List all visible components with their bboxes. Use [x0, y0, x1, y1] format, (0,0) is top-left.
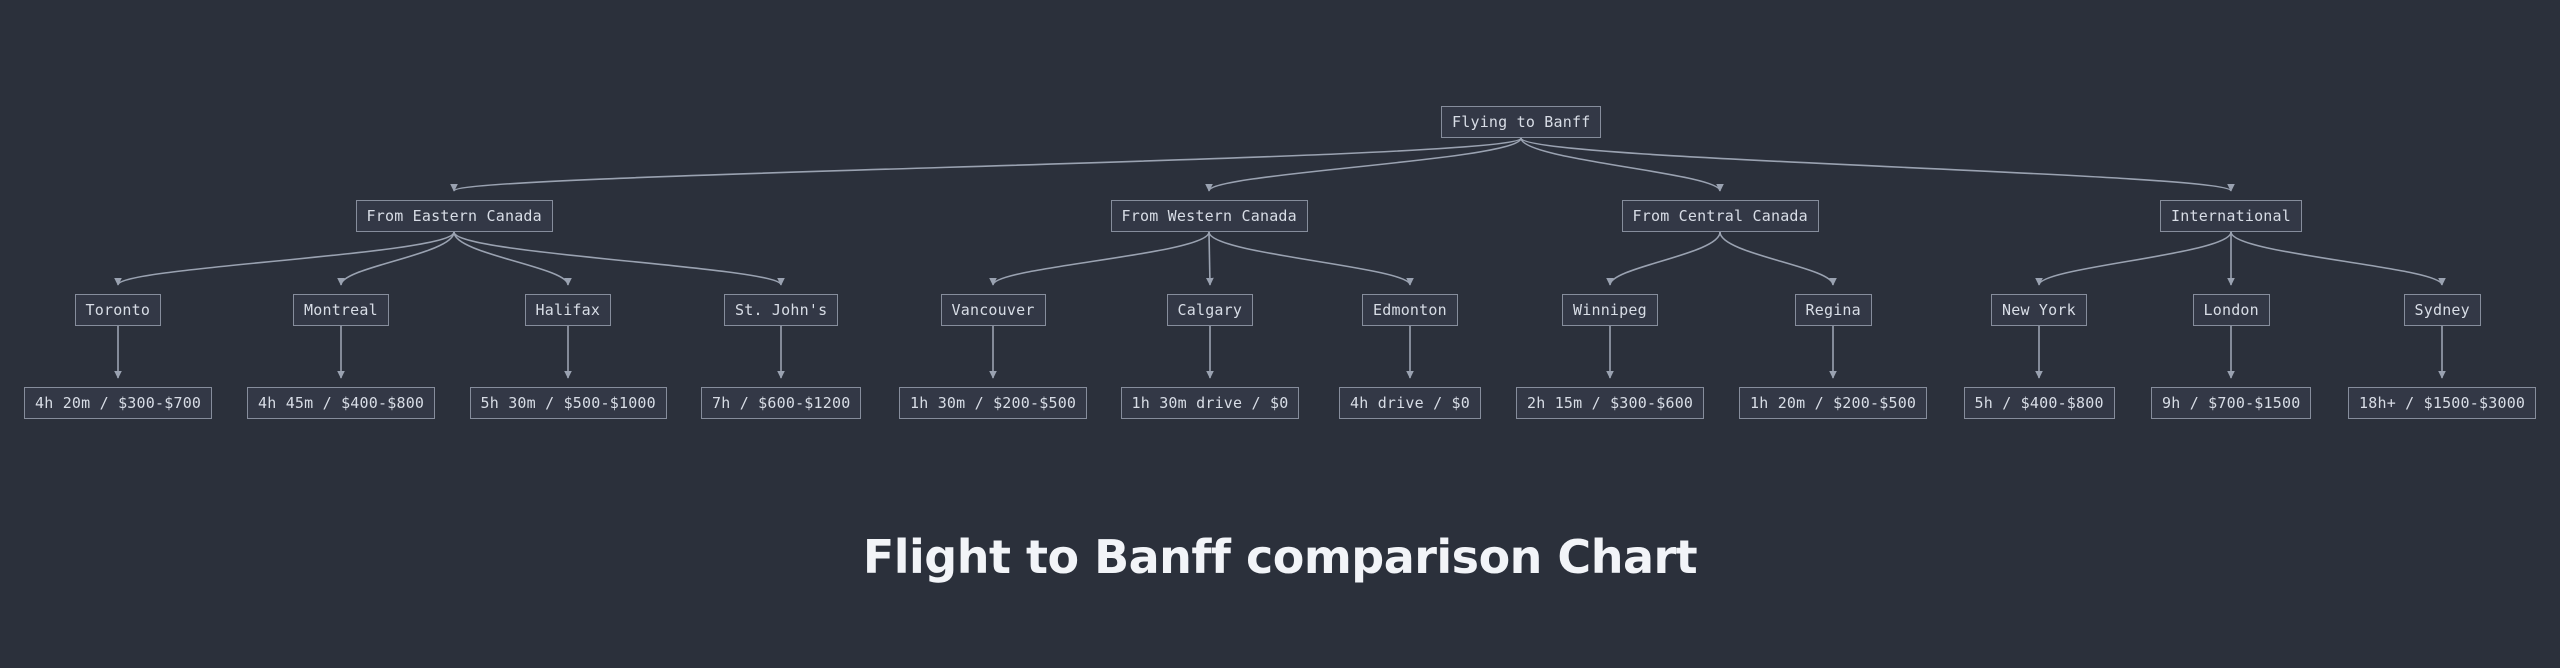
- flow-node-regina-detail[interactable]: 1h 20m / $200-$500: [1739, 387, 1928, 419]
- flowchart-canvas: Flying to Banff From Eastern Canada From W…: [0, 0, 2560, 668]
- edge-root-to-international: [1520, 137, 2235, 192]
- edge-international-to-newyork: [2035, 231, 2232, 286]
- flow-node-winnipeg-detail[interactable]: 2h 15m / $300-$600: [1516, 387, 1705, 419]
- flow-node-vancouver[interactable]: Vancouver: [940, 294, 1046, 326]
- flow-node-montreal-detail[interactable]: 4h 45m / $400-$800: [247, 387, 436, 419]
- flow-node-stjohns-detail[interactable]: 7h / $600-$1200: [701, 387, 862, 419]
- flow-node-central[interactable]: From Central Canada: [1621, 200, 1819, 232]
- edge-international-to-sydney: [2230, 231, 2446, 286]
- edge-central-to-winnipeg: [1606, 231, 1721, 286]
- flow-node-root[interactable]: Flying to Banff: [1441, 106, 1602, 138]
- flow-node-winnipeg[interactable]: Winnipeg: [1562, 294, 1658, 326]
- edge-eastern-to-stjohns: [453, 231, 785, 286]
- flow-node-stjohns[interactable]: St. John's: [724, 294, 839, 326]
- flow-node-toronto-detail[interactable]: 4h 20m / $300-$700: [24, 387, 213, 419]
- edge-western-to-calgary: [1205, 231, 1214, 286]
- page-title: Flight to Banff comparison Chart: [862, 530, 1698, 584]
- edge-root-to-central: [1520, 137, 1724, 192]
- flow-node-regina[interactable]: Regina: [1794, 294, 1872, 326]
- flow-node-international[interactable]: International: [2160, 200, 2302, 232]
- flow-node-toronto[interactable]: Toronto: [74, 294, 162, 326]
- edge-western-to-edmonton: [1208, 231, 1414, 286]
- flow-node-vancouver-detail[interactable]: 1h 30m / $200-$500: [899, 387, 1088, 419]
- edge-root-to-western: [1205, 137, 1522, 192]
- flow-node-newyork-detail[interactable]: 5h / $400-$800: [1963, 387, 2115, 419]
- flow-node-montreal[interactable]: Montreal: [293, 294, 389, 326]
- flow-node-london[interactable]: London: [2192, 294, 2270, 326]
- edge-paths: [114, 137, 2446, 379]
- flow-node-calgary-detail[interactable]: 1h 30m drive / $0: [1120, 387, 1300, 419]
- flow-node-sydney[interactable]: Sydney: [2403, 294, 2481, 326]
- edge-eastern-to-halifax: [453, 231, 572, 286]
- flow-node-sydney-detail[interactable]: 18h+ / $1500-$3000: [2348, 387, 2537, 419]
- flow-node-eastern[interactable]: From Eastern Canada: [355, 200, 553, 232]
- flow-node-newyork[interactable]: New York: [1991, 294, 2087, 326]
- flow-node-halifax[interactable]: Halifax: [524, 294, 612, 326]
- edge-root-to-eastern: [450, 137, 1522, 192]
- edge-western-to-vancouver: [989, 231, 1210, 286]
- flow-node-calgary[interactable]: Calgary: [1166, 294, 1254, 326]
- flow-node-london-detail[interactable]: 9h / $700-$1500: [2151, 387, 2312, 419]
- edge-central-to-regina: [1719, 231, 1837, 286]
- flow-node-edmonton[interactable]: Edmonton: [1362, 294, 1458, 326]
- edge-eastern-to-toronto: [114, 231, 455, 286]
- flow-node-edmonton-detail[interactable]: 4h drive / $0: [1339, 387, 1481, 419]
- flow-node-western[interactable]: From Western Canada: [1110, 200, 1308, 232]
- flow-node-halifax-detail[interactable]: 5h 30m / $500-$1000: [469, 387, 667, 419]
- edge-eastern-to-montreal: [337, 231, 455, 286]
